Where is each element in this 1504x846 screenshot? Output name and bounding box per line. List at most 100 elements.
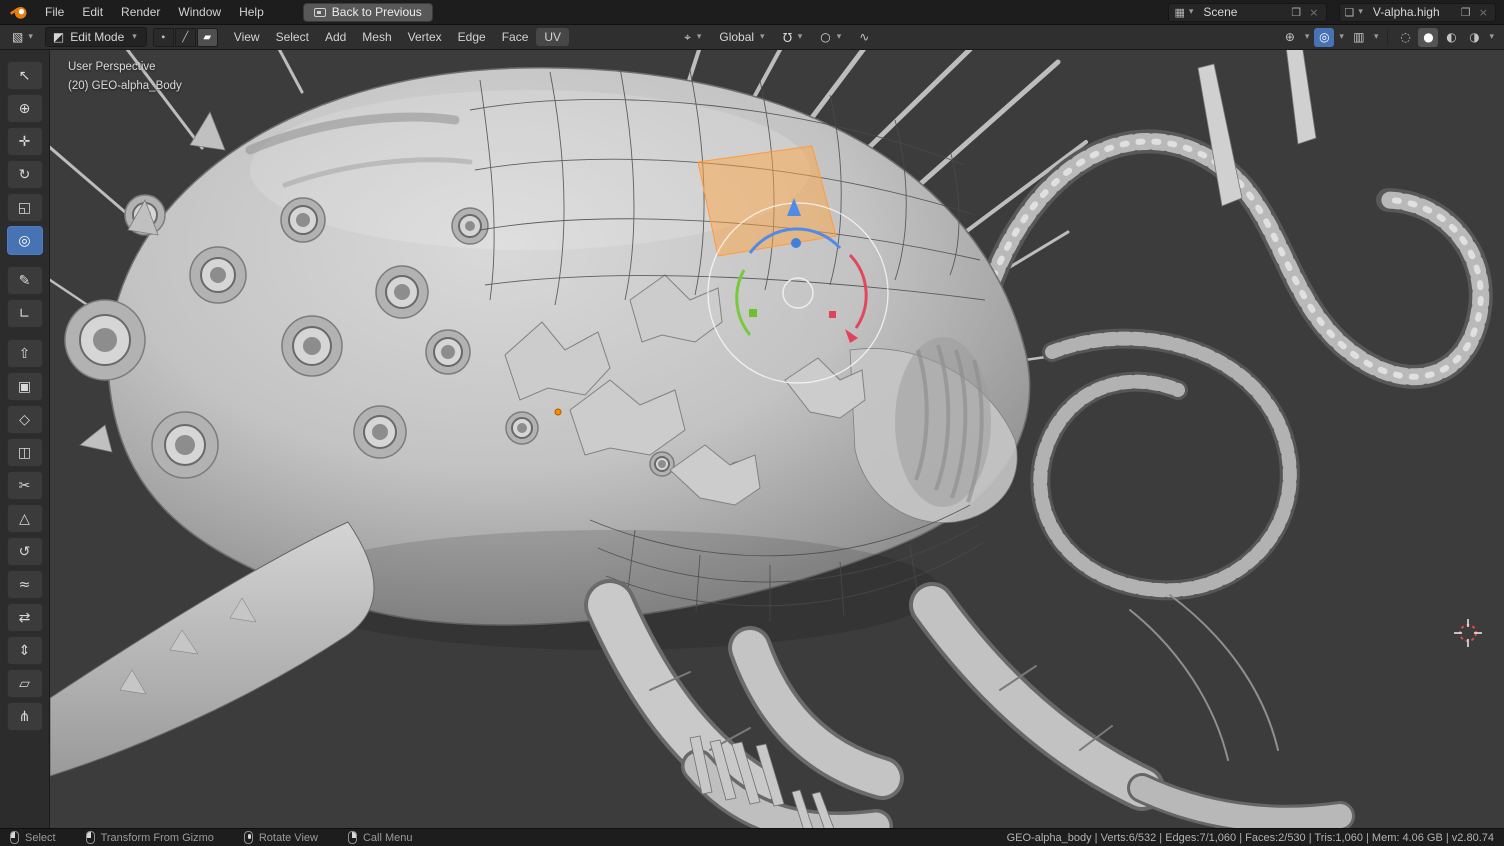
vertex-select-button[interactable]: ∙ [153, 28, 174, 47]
cursor-3d [1454, 619, 1482, 647]
menu-file[interactable]: File [36, 3, 73, 21]
back-to-previous-label: Back to Previous [332, 5, 422, 19]
chevron-down-icon: ▾ [26, 32, 35, 42]
topbar-menus: File Edit Render Window Help [36, 3, 273, 21]
edit-mode-icon: ◩ [53, 30, 64, 44]
viewport-3d[interactable]: User Perspective (20) GEO-alpha_Body [50, 50, 1504, 828]
tool-smooth[interactable]: ≈ [7, 570, 43, 599]
pivot-point-icon: ⌖ [684, 30, 691, 45]
viewport-display-options: ⊕ ▾ ◎ ▾ ▥ ▾ ◌ ● ◐ ◑ ▾ [1280, 28, 1496, 47]
chevron-down-icon: ▾ [1303, 32, 1312, 42]
hint-select: Select [10, 831, 56, 844]
menu-help[interactable]: Help [230, 3, 273, 21]
shading-solid-icon[interactable]: ● [1418, 28, 1438, 47]
scene-icon[interactable]: ▦ [1172, 6, 1186, 19]
view-layer-icon[interactable]: ❏ [1343, 6, 1357, 19]
status-bar: Select Transform From Gizmo Rotate View … [0, 828, 1504, 846]
mouse-right-icon [348, 831, 357, 844]
menu-add[interactable]: Add [317, 28, 354, 46]
show-gizmo-icon[interactable]: ⊕ [1280, 28, 1300, 47]
hint-label: Transform From Gizmo [101, 832, 214, 844]
tool-loop-cut[interactable]: ◫ [7, 438, 43, 467]
back-to-previous-button[interactable]: Back to Previous [303, 3, 433, 22]
hint-call-menu: Call Menu [348, 831, 413, 844]
shading-material-icon[interactable]: ◐ [1441, 28, 1461, 47]
orientation-dropdown[interactable]: Global ▾ [714, 28, 771, 46]
menu-window[interactable]: Window [169, 3, 230, 21]
tool-spin[interactable]: ↺ [7, 537, 43, 566]
tool-inset-faces[interactable]: ▣ [7, 372, 43, 401]
editor-type-icon: ▧ [12, 30, 23, 44]
tool-shear[interactable]: ▱ [7, 669, 43, 698]
menu-mesh[interactable]: Mesh [354, 28, 399, 46]
menu-face[interactable]: Face [494, 28, 537, 46]
chevron-down-icon: ▾ [695, 32, 704, 42]
menu-view[interactable]: View [226, 28, 268, 46]
tool-extrude-region[interactable]: ⇧ [7, 339, 43, 368]
menu-vertex[interactable]: Vertex [400, 28, 450, 46]
pivot-point-dropdown[interactable]: ⌖ ▾ [679, 28, 708, 47]
mode-dropdown[interactable]: ◩ Edit Mode ▾ [45, 27, 147, 47]
shading-rendered-icon[interactable]: ◑ [1464, 28, 1484, 47]
new-view-layer-button[interactable]: ❐ [1457, 6, 1475, 19]
blender-logo-icon[interactable] [8, 3, 30, 21]
tool-move[interactable]: ✛ [7, 127, 43, 156]
chevron-down-icon: ▾ [796, 32, 805, 42]
proportional-editing-dropdown[interactable]: ○ ▾ [815, 28, 848, 46]
snap-magnet-icon: Ω [783, 30, 792, 44]
tool-scale[interactable]: ◱ [7, 193, 43, 222]
menu-select[interactable]: Select [268, 28, 317, 46]
tool-shelf: ↖ ⊕ ✛ ↻ ◱ ◎ ✎ ∟ ⇧ ▣ ◇ ◫ ✂ △ ↺ ≈ ⇄ ⇕ ▱ ⋔ [0, 50, 50, 828]
tool-edge-slide[interactable]: ⇄ [7, 603, 43, 632]
chevron-down-icon: ▾ [1337, 32, 1346, 42]
view-layer-name[interactable]: V-alpha.high [1365, 5, 1457, 19]
tool-bevel[interactable]: ◇ [7, 405, 43, 434]
hint-rotate-view: Rotate View [244, 831, 318, 844]
orientation-label: Global [719, 30, 754, 44]
tool-annotate[interactable]: ✎ [7, 266, 43, 295]
horn-spikes [1198, 50, 1316, 206]
hint-label: Select [25, 832, 56, 844]
menu-uv[interactable]: UV [536, 28, 569, 46]
edge-select-button[interactable]: ╱ [175, 28, 196, 47]
menu-render[interactable]: Render [112, 3, 169, 21]
chevron-down-icon: ▾ [130, 32, 139, 42]
xray-toggle-icon[interactable]: ▥ [1349, 28, 1369, 47]
mouse-drag-icon [86, 831, 95, 844]
overlays-toggle-icon[interactable]: ◎ [1314, 28, 1334, 47]
hint-label: Call Menu [363, 832, 413, 844]
new-scene-button[interactable]: ❐ [1287, 6, 1305, 19]
tool-measure[interactable]: ∟ [7, 299, 43, 328]
tool-cursor[interactable]: ⊕ [7, 94, 43, 123]
scene-name[interactable]: Scene [1195, 5, 1287, 19]
editor-type-button[interactable]: ▧ ▾ [8, 28, 39, 46]
mouse-left-icon [10, 831, 19, 844]
chevron-down-icon: ▾ [835, 32, 844, 42]
snap-dropdown[interactable]: Ω ▾ [778, 28, 810, 46]
tool-rip-region[interactable]: ⋔ [7, 702, 43, 731]
chevron-down-icon[interactable]: ▾ [1187, 7, 1196, 17]
close-view-layer-button[interactable]: × [1475, 6, 1492, 19]
falloff-icon[interactable]: ∿ [854, 28, 874, 47]
topbar: File Edit Render Window Help Back to Pre… [0, 0, 1504, 25]
tool-knife[interactable]: ✂ [7, 471, 43, 500]
hint-label: Rotate View [259, 832, 318, 844]
view-layer-selector: ❏ ▾ V-alpha.high ❐ × [1339, 3, 1497, 22]
menu-edge[interactable]: Edge [450, 28, 494, 46]
chevron-down-icon: ▾ [1372, 32, 1381, 42]
face-select-button[interactable]: ▰ [197, 28, 218, 47]
back-left-leg [50, 522, 374, 776]
tool-transform[interactable]: ◎ [7, 226, 43, 255]
shading-wireframe-icon[interactable]: ◌ [1395, 28, 1415, 47]
close-scene-button[interactable]: × [1305, 6, 1322, 19]
object-origin [555, 409, 561, 415]
tool-select-box[interactable]: ↖ [7, 61, 43, 90]
tool-shrink-fatten[interactable]: ⇕ [7, 636, 43, 665]
tool-poly-build[interactable]: △ [7, 504, 43, 533]
tool-rotate[interactable]: ↻ [7, 160, 43, 189]
chevron-down-icon[interactable]: ▾ [1356, 7, 1365, 17]
selected-face[interactable] [698, 146, 836, 256]
chevron-down-icon: ▾ [1487, 32, 1496, 42]
menu-edit[interactable]: Edit [73, 3, 112, 21]
viewport-header: ▧ ▾ ◩ Edit Mode ▾ ∙ ╱ ▰ View Select Add … [0, 25, 1504, 50]
